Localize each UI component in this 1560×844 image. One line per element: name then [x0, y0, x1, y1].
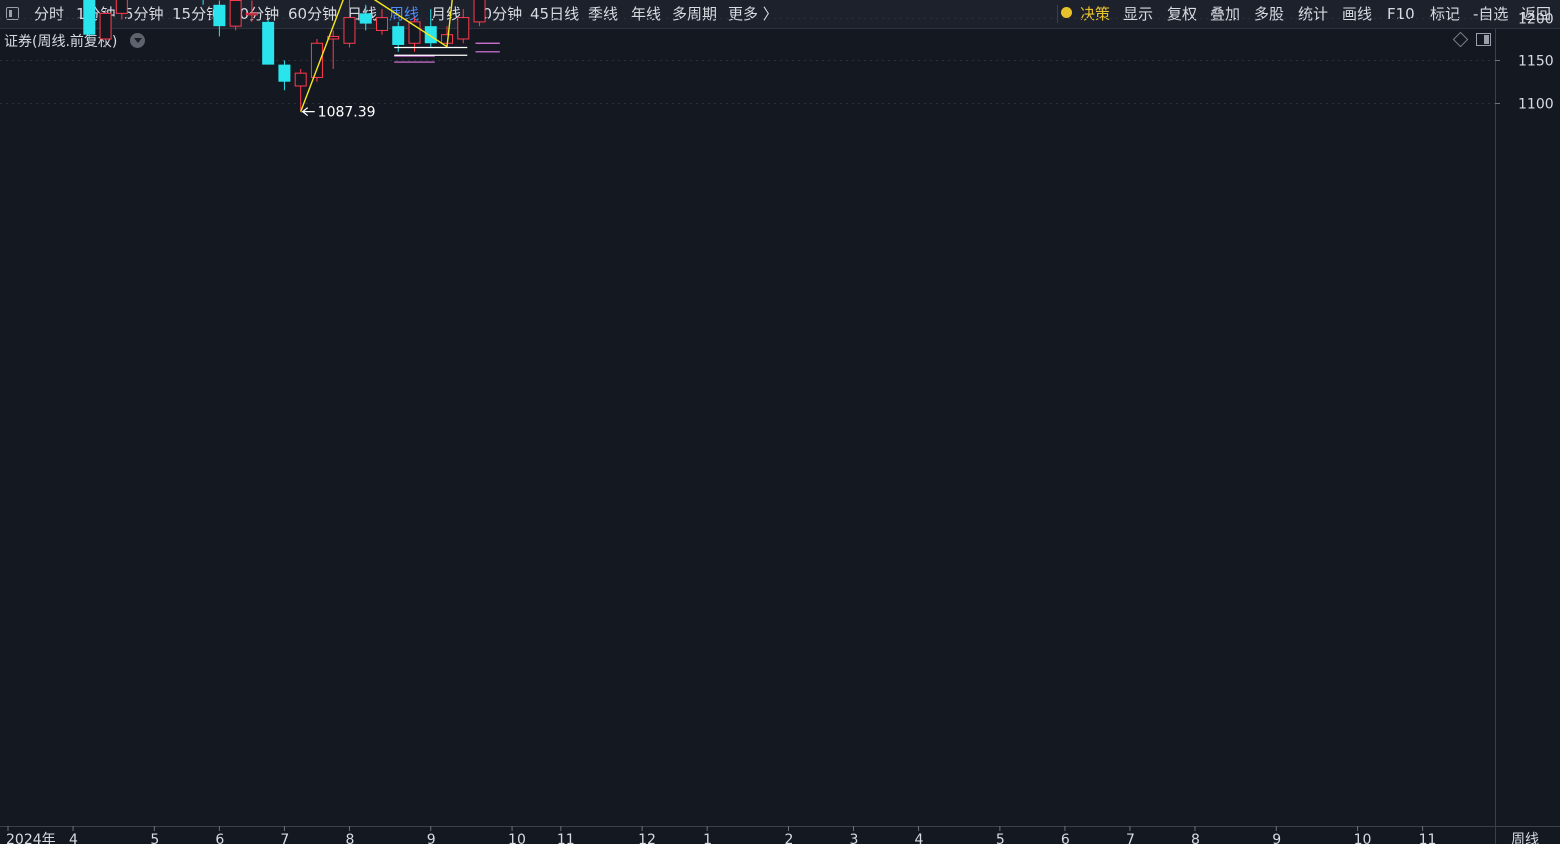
plot-area [0, 51, 1495, 826]
candle-body [473, 0, 486, 23]
x-tick-label: 10 [508, 832, 526, 844]
x-tick-label: 9 [427, 832, 436, 844]
candle [245, 0, 258, 22]
candle [99, 9, 112, 48]
candle [473, 0, 486, 27]
y-tick-label: 1150 [1518, 54, 1554, 70]
candle [262, 20, 275, 65]
x-tick-label: 3 [850, 832, 859, 844]
candle [359, 4, 372, 31]
x-tick-label: 12 [638, 832, 656, 844]
candle-body [245, 12, 258, 16]
x-tick-label: 11 [557, 832, 575, 844]
candle [83, 0, 96, 39]
candle [424, 9, 437, 48]
candle-body [392, 26, 405, 45]
candlestick-chart[interactable]: 1100115012001250130013501400145015001550… [0, 0, 1560, 844]
x-tick-label: 9 [1272, 832, 1281, 844]
candle [115, 0, 128, 20]
x-tick-label: 2 [784, 832, 793, 844]
candle [457, 9, 470, 44]
x-tick-label: 4 [915, 832, 924, 844]
candle-body [457, 17, 470, 40]
x-tick-label: 5 [150, 832, 159, 844]
candle-body [262, 21, 275, 65]
candle [202, 0, 204, 5]
candle-body [99, 12, 112, 40]
y-tick-label: 1200 [1518, 12, 1554, 28]
candle-body [229, 0, 242, 27]
candle-body [213, 4, 226, 27]
x-tick-label: 10 [1354, 832, 1372, 844]
x-tick-label: 1 [703, 832, 712, 844]
candle [229, 0, 242, 31]
x-tick-label: 4 [69, 832, 78, 844]
candle-body [294, 72, 307, 87]
candle [278, 60, 291, 91]
y-tick-label: 1100 [1518, 97, 1554, 113]
x-tick-label: 2024年 [6, 832, 56, 844]
x-tick-label: 8 [1191, 832, 1200, 844]
x-tick-label: 5 [996, 832, 1005, 844]
price-label: 1087.39 [318, 105, 376, 121]
x-tick-label: 6 [215, 832, 224, 844]
period-label: 周线 [1511, 832, 1539, 844]
candle-body [278, 64, 291, 82]
candle [213, 0, 226, 37]
candle-body [343, 17, 356, 44]
candle-body [424, 26, 437, 44]
candle-body [375, 17, 388, 31]
candle [294, 68, 307, 112]
x-tick-label: 7 [1126, 832, 1135, 844]
candle-body [359, 13, 372, 24]
x-tick-label: 11 [1419, 832, 1437, 844]
candle-body [83, 0, 96, 35]
candle [343, 0, 356, 48]
candle-body [115, 0, 128, 14]
candle [375, 9, 388, 35]
price-arrow [300, 107, 315, 117]
x-tick-label: 7 [280, 832, 289, 844]
x-tick-label: 8 [345, 832, 354, 844]
x-tick-label: 6 [1061, 832, 1070, 844]
